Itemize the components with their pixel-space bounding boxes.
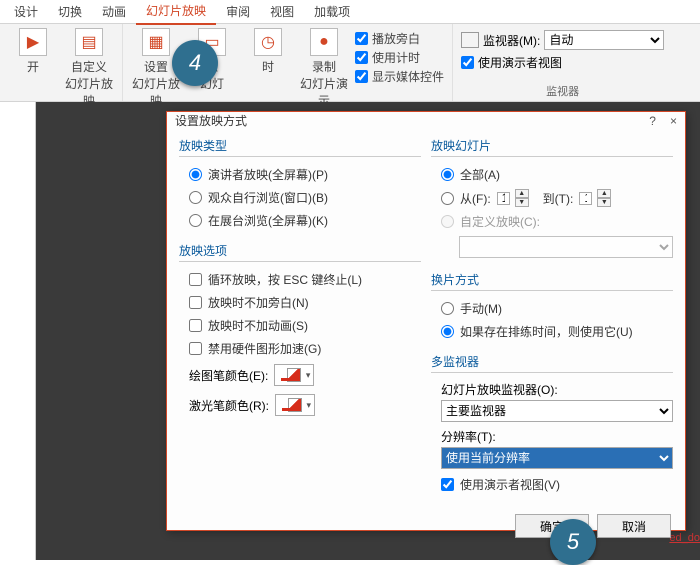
help-button[interactable]: ?: [649, 114, 656, 128]
tab-view[interactable]: 视图: [260, 0, 304, 24]
dialog-right-column: 放映幻灯片 全部(A) 从(F): ▲▼ 到(T): ▲▼ 自定义放映(C): …: [431, 137, 673, 496]
show-monitor-label: 幻灯片放映监视器(O):: [431, 379, 673, 400]
dialog-title: 设置放映方式: [175, 112, 247, 129]
ribbon: ▶开 ▤自定义 幻灯片放映 ▦设置 幻灯片放映 ▭隐 幻灯 ◷时 ●录制 幻灯片…: [0, 24, 700, 102]
custom-slideshow-button[interactable]: ▤自定义 幻灯片放映: [64, 28, 114, 109]
advance-group: 换片方式 手动(M) 如果存在排练时间，则使用它(U): [431, 271, 673, 343]
monitors-group: 多监视器 幻灯片放映监视器(O): 主要监视器 分辨率(T): 使用当前分辨率 …: [431, 353, 673, 496]
to-spinner[interactable]: ▲▼: [597, 189, 611, 207]
close-button[interactable]: ×: [670, 114, 677, 128]
radio-custom: 自定义放映(C):: [431, 210, 673, 233]
show-monitor-select[interactable]: 主要监视器: [441, 400, 673, 422]
pen-color-button[interactable]: [274, 364, 314, 386]
ribbon-tabs: 设计 切换 动画 幻灯片放映 审阅 视图 加载项: [0, 0, 700, 24]
radio-all[interactable]: 全部(A): [431, 163, 673, 186]
record-icon: ●: [310, 28, 338, 56]
dialog-titlebar: 设置放映方式 ? ×: [167, 112, 685, 129]
radio-timings[interactable]: 如果存在排练时间，则使用它(U): [431, 320, 673, 343]
radio-kiosk[interactable]: 在展台浏览(全屏幕)(K): [179, 209, 421, 232]
chk-narration[interactable]: 播放旁白: [355, 30, 444, 47]
setup-checks: 播放旁白 使用计时 显示媒体控件: [355, 28, 444, 85]
chk-no-animation[interactable]: 放映时不加动画(S): [179, 314, 421, 337]
monitor-icon: [461, 32, 479, 48]
show-type-group: 放映类型 演讲者放映(全屏幕)(P) 观众自行浏览(窗口)(B) 在展台浏览(全…: [179, 137, 421, 232]
clock-icon: ◷: [254, 28, 282, 56]
monitor-label: 监视器(M):: [483, 32, 540, 49]
monitor-select[interactable]: 自动: [544, 30, 664, 50]
from-input[interactable]: [497, 192, 510, 205]
pen-color-row: 绘图笔颜色(E):: [179, 360, 421, 390]
laser-color-button[interactable]: [275, 394, 315, 416]
dialog-buttons: 确定 取消: [167, 504, 685, 548]
step-badge-4: 4: [172, 40, 218, 86]
tab-animation[interactable]: 动画: [92, 0, 136, 24]
chk-no-hwaccel[interactable]: 禁用硬件图形加速(G): [179, 337, 421, 360]
thumbnail-strip[interactable]: [0, 102, 36, 560]
show-options-group: 放映选项 循环放映，按 ESC 键终止(L) 放映时不加旁白(N) 放映时不加动…: [179, 242, 421, 420]
show-slides-group: 放映幻灯片 全部(A) 从(F): ▲▼ 到(T): ▲▼ 自定义放映(C):: [431, 137, 673, 261]
chk-loop[interactable]: 循环放映，按 ESC 键终止(L): [179, 268, 421, 291]
ribbon-group-monitor: 监视器(M): 自动 使用演示者视图 监视器: [453, 24, 672, 101]
rehearse-button[interactable]: ◷时: [243, 28, 293, 75]
chk-timing[interactable]: 使用计时: [355, 49, 444, 66]
dialog-left-column: 放映类型 演讲者放映(全屏幕)(P) 观众自行浏览(窗口)(B) 在展台浏览(全…: [179, 137, 421, 496]
start-slideshow-button[interactable]: ▶开: [8, 28, 58, 75]
record-button[interactable]: ●录制 幻灯片演示: [299, 28, 349, 109]
tab-design[interactable]: 设计: [4, 0, 48, 24]
tab-addins[interactable]: 加载项: [304, 0, 360, 24]
tab-review[interactable]: 审阅: [216, 0, 260, 24]
chk-presenter-dlg[interactable]: 使用演示者视图(V): [431, 473, 673, 496]
tab-slideshow[interactable]: 幻灯片放映: [136, 0, 216, 25]
from-spinner[interactable]: ▲▼: [515, 189, 529, 207]
radio-browsed[interactable]: 观众自行浏览(窗口)(B): [179, 186, 421, 209]
resolution-label: 分辨率(T):: [431, 426, 673, 447]
radio-manual[interactable]: 手动(M): [431, 297, 673, 320]
chk-presenter-view[interactable]: 使用演示者视图: [461, 54, 664, 71]
setup-icon: ▦: [142, 28, 170, 56]
slides-icon: ▤: [75, 28, 103, 56]
to-input[interactable]: [579, 192, 592, 205]
radio-range[interactable]: 从(F): ▲▼ 到(T): ▲▼: [431, 186, 673, 210]
radio-presenter[interactable]: 演讲者放映(全屏幕)(P): [179, 163, 421, 186]
tab-transition[interactable]: 切换: [48, 0, 92, 24]
setup-show-dialog: 设置放映方式 ? × 放映类型 演讲者放映(全屏幕)(P) 观众自行浏览(窗口)…: [166, 111, 686, 531]
group-label-monitor: 监视器: [546, 81, 579, 101]
chk-no-narration[interactable]: 放映时不加旁白(N): [179, 291, 421, 314]
cancel-button[interactable]: 取消: [597, 514, 671, 538]
play-icon: ▶: [19, 28, 47, 56]
chk-media[interactable]: 显示媒体控件: [355, 68, 444, 85]
ribbon-group-start: ▶开 ▤自定义 幻灯片放映: [0, 24, 123, 101]
resolution-select[interactable]: 使用当前分辨率: [441, 447, 673, 469]
step-badge-5: 5: [550, 519, 596, 565]
laser-color-row: 激光笔颜色(R):: [179, 390, 421, 420]
custom-show-select: [459, 236, 673, 258]
